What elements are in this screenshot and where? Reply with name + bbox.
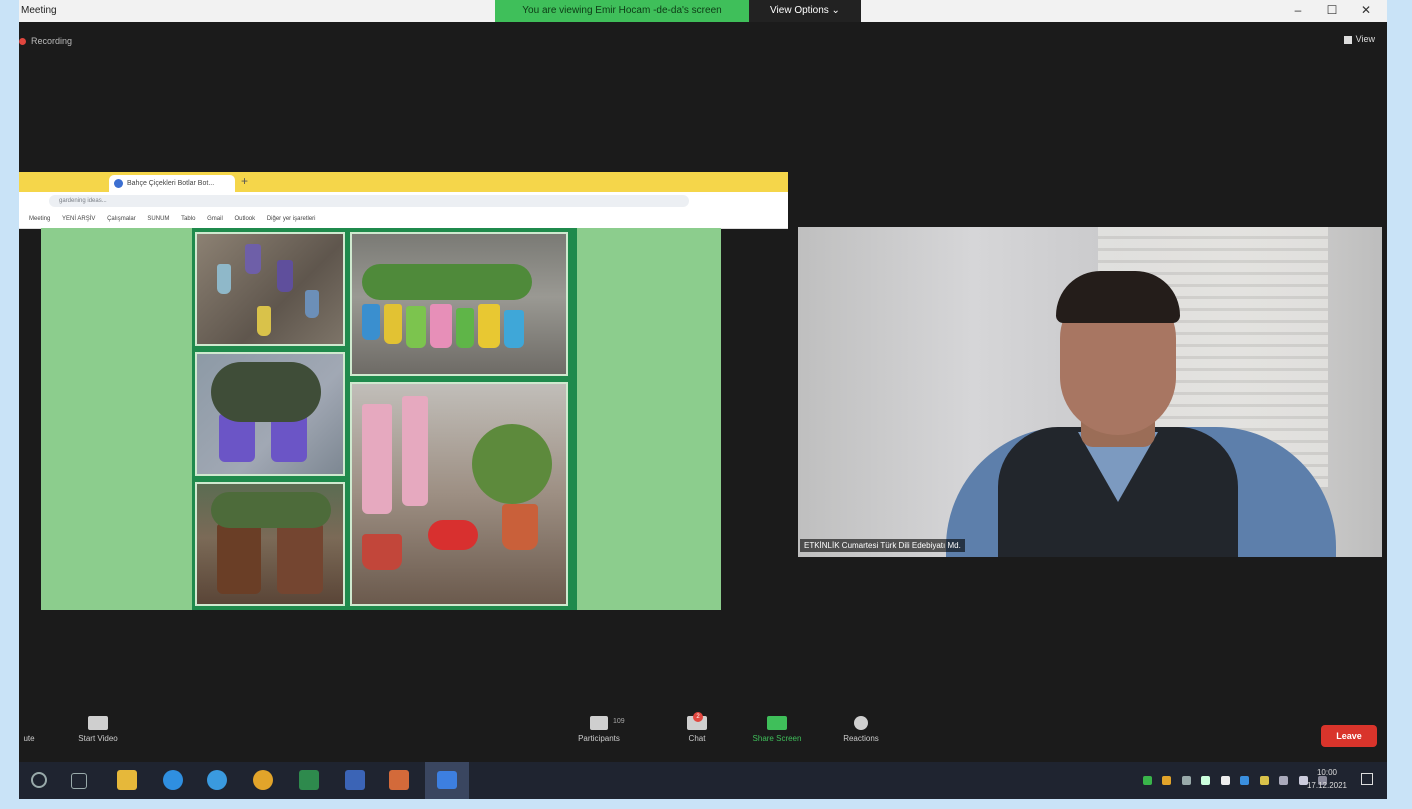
window-title: Meeting [21,5,57,16]
participant-hair [1056,271,1180,323]
zoom-window: Meeting You are viewing Emir Hocam -de-d… [19,0,1387,762]
start-video-label: Start Video [78,734,118,743]
browser-tab-strip: Bahçe Çiçekleri Botlar Bot... + [19,172,788,192]
view-button[interactable]: View [1343,34,1375,44]
maximize-button[interactable]: ☐ [1321,3,1343,17]
leave-button[interactable]: Leave [1321,725,1377,747]
notification-icon[interactable] [1361,773,1373,785]
video-camera-icon [88,716,108,730]
bookmark-item[interactable]: Meeting [29,216,50,222]
bookmarks-bar: Meeting YENİ ARŞİV Çalışmalar SUNUM Tabl… [19,210,788,229]
file-explorer-icon[interactable] [117,770,137,790]
tray-app-icon[interactable] [1181,776,1191,785]
participants-icon [590,716,608,730]
minimize-button[interactable]: – [1287,3,1309,17]
bookmark-item[interactable]: YENİ ARŞİV [62,216,95,222]
clock-time: 10:00 [1316,768,1337,777]
bookmark-item[interactable]: Diğer yer işaretleri [267,216,316,222]
bookmark-item[interactable]: Tablo [181,216,195,222]
participants-label: Participants [578,734,620,743]
mute-button[interactable]: ute [19,716,39,743]
browser-tab[interactable]: Bahçe Çiçekleri Botlar Bot... [109,175,235,192]
word-icon[interactable] [345,770,365,790]
record-dot-icon [19,38,26,46]
participant-video[interactable]: ETKİNLİK Cumartesi Türk Dili Edebiyatı M… [798,227,1382,557]
tray-app-icon[interactable] [1240,776,1250,785]
taskbar-clock[interactable]: 10:00 17.12.2021 [1307,766,1347,792]
title-bar: Meeting You are viewing Emir Hocam -de-d… [19,0,1387,22]
powerpoint-icon[interactable] [389,770,409,790]
view-options-button[interactable]: View Options ⌄ [749,0,861,22]
start-video-button[interactable]: Start Video [63,716,133,743]
grid-view-icon [1343,35,1352,44]
task-view-icon[interactable] [71,773,87,789]
share-screen-icon [767,716,787,730]
close-button[interactable]: ✕ [1355,3,1377,17]
bookmark-item[interactable]: Outlook [234,216,255,222]
chat-badge: 2 [693,712,703,722]
url-bar[interactable]: gardening ideas... [49,195,689,207]
chrome-icon[interactable] [253,770,273,790]
tray-app-icon[interactable] [1162,776,1172,785]
chat-button[interactable]: 2 Chat [679,712,715,743]
recording-indicator[interactable]: Recording [19,36,72,46]
reactions-label: Reactions [843,734,879,743]
edge-icon[interactable] [163,770,183,790]
bookmark-item[interactable]: SUNUM [147,216,169,222]
photo-pink-boots-pots [350,382,568,606]
share-screen-label: Share Screen [752,734,802,743]
microphone-icon [19,716,39,730]
browser-address-row: gardening ideas... [19,192,788,210]
photo-collage [192,228,577,610]
share-screen-button[interactable]: Share Screen [741,716,813,743]
meeting-toolbar: ute Start Video Participants 109 2 Chat … [19,710,1387,762]
microphone-tray-icon[interactable] [1220,776,1230,785]
clock-date: 17.12.2021 [1306,781,1347,790]
tab-favicon-icon [114,179,123,188]
photo-purple-boots [195,352,345,476]
system-tray [1137,772,1327,788]
ie-icon[interactable] [207,770,227,790]
bookmark-item[interactable]: Çalışmalar [107,216,136,222]
battery-icon[interactable] [1279,776,1289,785]
reactions-button[interactable]: Reactions [829,716,893,743]
web-page [41,228,721,610]
new-tab-button[interactable]: + [241,174,248,188]
excel-icon[interactable] [299,770,319,790]
participants-count: 109 [613,718,625,725]
zoom-taskbar-button[interactable] [425,762,469,799]
windows-taskbar: 10:00 17.12.2021 [19,762,1387,799]
tab-title: Bahçe Çiçekleri Botlar Bot... [127,180,215,187]
chat-label: Chat [688,734,706,743]
photo-wall-boots [195,232,345,346]
shared-screen: Bahçe Çiçekleri Botlar Bot... + gardenin… [19,172,788,610]
search-icon[interactable] [31,772,47,788]
bookmark-item[interactable]: Gmail [207,216,223,222]
tray-app-icon[interactable] [1201,776,1211,785]
view-label: View [1355,34,1375,44]
mute-label: ute [23,734,35,743]
screen-share-banner: You are viewing Emir Hocam -de-da's scre… [495,0,749,22]
zoom-icon [437,771,457,789]
recording-label: Recording [31,36,73,46]
participant-name-label: ETKİNLİK Cumartesi Türk Dili Edebiyatı M… [800,539,965,552]
tray-app-icon[interactable] [1259,776,1269,785]
photo-leather-boots [195,482,345,606]
reactions-icon [854,716,868,730]
photo-fence-rainboots [350,232,568,376]
tray-app-icon[interactable] [1142,776,1152,785]
participants-button[interactable]: Participants 109 [559,716,639,743]
